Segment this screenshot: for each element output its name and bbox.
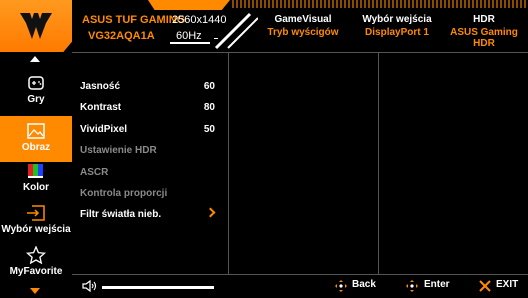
gamevisual-value: Tryb wyścigów	[267, 27, 339, 38]
sidebar-item-label: Gry	[27, 94, 45, 105]
nav-down-arrow-icon[interactable]	[30, 288, 40, 294]
menu-panel	[72, 52, 528, 274]
sidebar-item-gry[interactable]: Gry	[0, 68, 72, 114]
nav-up-arrow-icon[interactable]	[30, 56, 40, 62]
sidebar-item-label: Obraz	[21, 142, 51, 153]
column-divider	[378, 52, 379, 274]
menu-item-filtr-swiatla[interactable]: Filtr światła nieb.	[80, 209, 161, 220]
gamepad-icon	[28, 76, 44, 90]
sidebar-item-kolor[interactable]: Kolor	[0, 156, 72, 202]
input-title: Wybór wejścia	[362, 14, 432, 25]
contrast-value: 80	[203, 102, 215, 113]
back-button[interactable]: Back	[352, 279, 376, 290]
hdr-info: HDR ASUS Gaming HDR	[440, 14, 528, 49]
input-info: Wybór wejścia DisplayPort 1	[356, 14, 438, 38]
sidebar-item-label: Wybór wejścia	[1, 224, 71, 235]
menu-item-ascr: ASCR	[80, 167, 109, 178]
menu-item-kontrola-proporcji: Kontrola proporcji	[80, 188, 168, 199]
menu-item-ustawienie-hdr: Ustawienie HDR	[80, 145, 157, 156]
header-dash-decor	[170, 38, 218, 44]
vividpixel-value: 50	[203, 124, 215, 135]
close-icon	[479, 280, 491, 292]
header-accent-strip	[148, 0, 230, 10]
input-value: DisplayPort 1	[365, 27, 429, 38]
menu-item-jasnosc[interactable]: Jasność	[80, 81, 120, 92]
sidebar-item-myfavorite[interactable]: MyFavorite	[0, 240, 72, 286]
category-sidebar: Gry Obraz Kolor Wybór wejścia MyFavorite	[0, 52, 72, 298]
volume-bar[interactable]	[102, 286, 214, 289]
brightness-value: 60	[203, 81, 215, 92]
gamevisual-info: GameVisual Tryb wyścigów	[258, 14, 348, 38]
image-icon	[27, 123, 45, 139]
hdr-value: ASUS Gaming HDR	[450, 27, 518, 49]
hdr-title: HDR	[473, 14, 495, 25]
model-name: ASUS TUF GAMING	[82, 14, 186, 26]
osd-header: ASUS TUF GAMING VG32AQA1A 2560x1440 60Hz…	[0, 0, 528, 60]
header-stripe-decor	[232, 0, 528, 8]
dpad-back-icon	[335, 280, 347, 292]
color-palette-icon	[28, 164, 43, 178]
model-code: VG32AQA1A	[88, 30, 155, 42]
input-select-icon	[27, 205, 45, 221]
sidebar-item-wybor-wejscia[interactable]: Wybór wejścia	[0, 198, 72, 244]
sidebar-item-label: MyFavorite	[9, 266, 63, 277]
menu-item-kontrast[interactable]: Kontrast	[80, 102, 121, 113]
tuf-logo-icon	[20, 13, 52, 39]
header-slash-decor	[214, 12, 258, 50]
sidebar-item-label: Kolor	[22, 182, 50, 193]
exit-button[interactable]: EXIT	[496, 279, 518, 290]
gamevisual-title: GameVisual	[274, 14, 332, 25]
speaker-icon	[82, 280, 97, 292]
menu-item-vividpixel[interactable]: VividPixel	[80, 124, 127, 135]
column-divider	[228, 52, 229, 274]
star-icon	[26, 246, 46, 264]
enter-button[interactable]: Enter	[424, 279, 450, 290]
tuf-logo	[0, 0, 72, 52]
dpad-enter-icon	[406, 280, 418, 292]
